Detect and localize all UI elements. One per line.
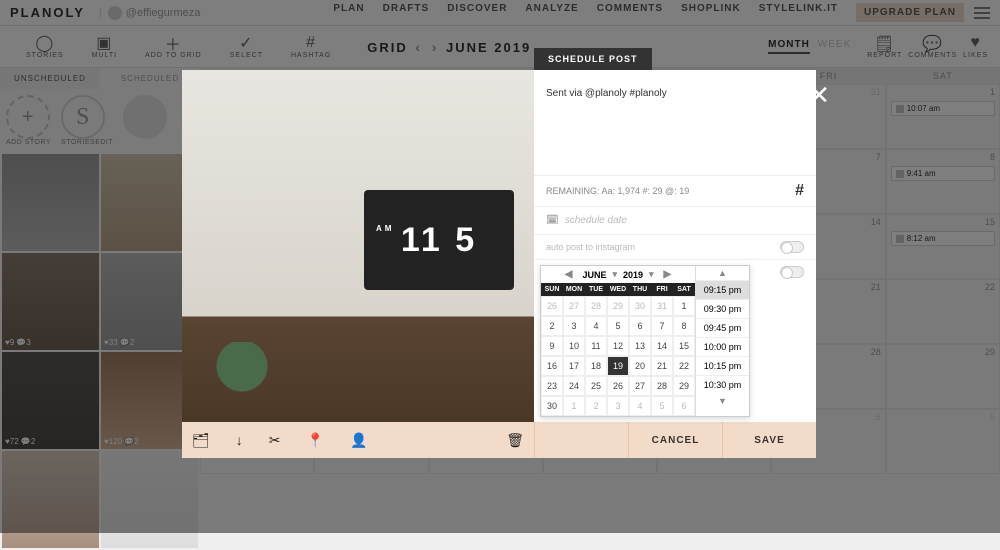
- picker-day[interactable]: 26: [607, 376, 629, 396]
- picker-day[interactable]: 27: [563, 296, 585, 316]
- picker-day[interactable]: 2: [541, 316, 563, 336]
- picker-day[interactable]: 18: [585, 356, 607, 376]
- picker-day[interactable]: 16: [541, 356, 563, 376]
- autopost-label: auto post to instagram: [546, 242, 635, 252]
- prev-month-arrow-icon[interactable]: ◀: [561, 269, 577, 280]
- picker-day[interactable]: 10: [563, 336, 585, 356]
- picker-day[interactable]: 15: [673, 336, 695, 356]
- clock-graphic: 11 5: [364, 190, 514, 290]
- next-month-arrow-icon[interactable]: ▶: [660, 269, 676, 280]
- schedule-date-input[interactable]: 🗓 schedule date: [534, 206, 816, 234]
- picker-day[interactable]: 14: [651, 336, 673, 356]
- picker-day[interactable]: 22: [673, 356, 695, 376]
- picker-time[interactable]: 09:30 pm: [696, 299, 749, 318]
- tag-user-icon[interactable]: 👤: [350, 432, 367, 449]
- picker-day[interactable]: 3: [607, 396, 629, 416]
- picker-day[interactable]: 9: [541, 336, 563, 356]
- picker-day[interactable]: 30: [541, 396, 563, 416]
- save-button[interactable]: SAVE: [722, 422, 816, 458]
- picker-day[interactable]: 2: [585, 396, 607, 416]
- picker-day[interactable]: 28: [651, 376, 673, 396]
- caption-input[interactable]: Sent via @planoly #planoly: [534, 70, 816, 175]
- char-remaining: REMAINING: Aa: 1,974 #: 29 @: 19 #: [534, 175, 816, 206]
- calendar-icon: 🗓: [546, 215, 559, 226]
- picker-day[interactable]: 4: [585, 316, 607, 336]
- picker-day[interactable]: 11: [585, 336, 607, 356]
- gallery-icon[interactable]: 🗂: [192, 432, 210, 449]
- picker-day[interactable]: 6: [673, 396, 695, 416]
- crop-icon[interactable]: ✂: [269, 432, 281, 449]
- picker-day[interactable]: 4: [629, 396, 651, 416]
- datetime-picker[interactable]: ◀ JUNE ▾ 2019 ▾ ▶ SUNMONTUEWEDTHUFRISAT …: [540, 265, 750, 417]
- picker-day[interactable]: 1: [673, 296, 695, 316]
- picker-day[interactable]: 31: [651, 296, 673, 316]
- picker-day[interactable]: 20: [629, 356, 651, 376]
- picker-day[interactable]: 7: [651, 316, 673, 336]
- picker-day[interactable]: 6: [629, 316, 651, 336]
- picker-time[interactable]: 10:00 pm: [696, 337, 749, 356]
- picker-day[interactable]: 8: [673, 316, 695, 336]
- schedule-post-tab: SCHEDULE POST: [534, 48, 652, 70]
- download-icon[interactable]: ↓: [236, 432, 243, 448]
- picker-day[interactable]: 29: [673, 376, 695, 396]
- picker-time[interactable]: 09:45 pm: [696, 318, 749, 337]
- picker-time[interactable]: 10:30 pm: [696, 375, 749, 394]
- trash-icon[interactable]: 🗑: [506, 432, 524, 449]
- location-icon[interactable]: 📍: [307, 432, 324, 449]
- picker-time[interactable]: 10:15 pm: [696, 356, 749, 375]
- picker-day[interactable]: 5: [651, 396, 673, 416]
- picker-day[interactable]: 17: [563, 356, 585, 376]
- picker-time[interactable]: 09:15 pm: [696, 280, 749, 299]
- autopost-toggle[interactable]: [780, 241, 804, 253]
- picker-day[interactable]: 21: [651, 356, 673, 376]
- picker-day[interactable]: 30: [629, 296, 651, 316]
- hashtag-icon[interactable]: #: [795, 182, 804, 200]
- picker-day[interactable]: 29: [607, 296, 629, 316]
- picker-day[interactable]: 12: [607, 336, 629, 356]
- cancel-button[interactable]: CANCEL: [628, 422, 722, 458]
- picker-day[interactable]: 26: [541, 296, 563, 316]
- picker-day[interactable]: 5: [607, 316, 629, 336]
- time-down-icon[interactable]: ▼: [696, 394, 749, 408]
- picker-day[interactable]: 3: [563, 316, 585, 336]
- picker-day[interactable]: 25: [585, 376, 607, 396]
- picker-day[interactable]: 13: [629, 336, 651, 356]
- picker-day[interactable]: 19: [607, 356, 629, 376]
- picker-day[interactable]: 24: [563, 376, 585, 396]
- picker-day[interactable]: 27: [629, 376, 651, 396]
- media-preview: 11 5: [182, 70, 534, 422]
- picker-day[interactable]: 28: [585, 296, 607, 316]
- notify-toggle[interactable]: [780, 266, 804, 278]
- picker-day[interactable]: 1: [563, 396, 585, 416]
- time-up-icon[interactable]: ▲: [696, 266, 749, 280]
- picker-day[interactable]: 23: [541, 376, 563, 396]
